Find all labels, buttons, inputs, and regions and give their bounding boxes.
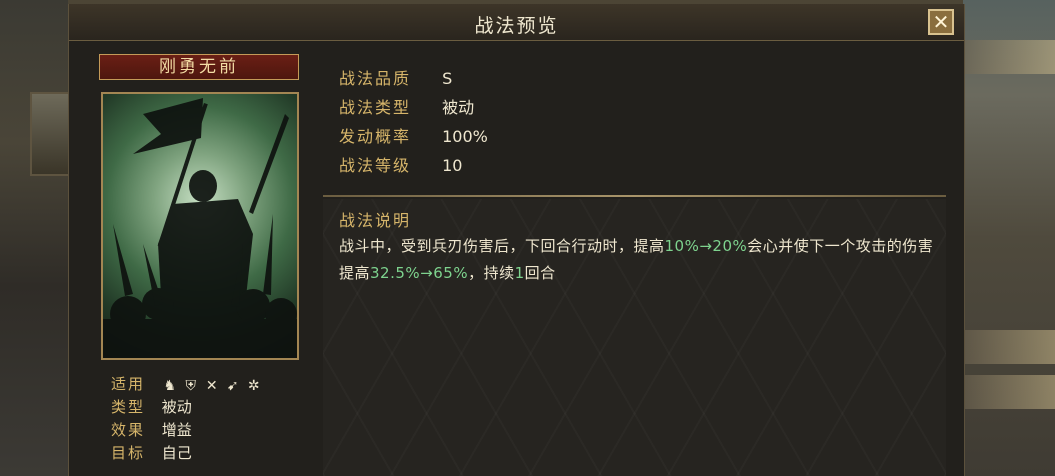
bow-icon: ✕ bbox=[205, 377, 218, 394]
desc-highlight: 1 bbox=[514, 264, 525, 282]
section-divider bbox=[323, 195, 946, 197]
background-strip bbox=[963, 375, 1055, 409]
background-strip bbox=[963, 40, 1055, 74]
background-left bbox=[0, 0, 74, 476]
stat-label: 战法等级 bbox=[339, 156, 412, 175]
stat-value: 10 bbox=[442, 156, 463, 175]
wheel-icon: ✲ bbox=[247, 377, 260, 394]
attr-effect: 效果 增益 bbox=[111, 419, 192, 441]
description-title: 战法说明 bbox=[339, 211, 412, 230]
desc-segment: ，持续 bbox=[468, 264, 515, 282]
stat-type: 战法类型 被动 bbox=[339, 95, 474, 121]
warrior-banner-icon bbox=[103, 98, 297, 358]
attr-label: 效果 bbox=[111, 421, 146, 439]
desc-highlight: 32.5%→65% bbox=[370, 264, 469, 282]
troop-icons: ♞ ⛨ ✕ ➹ ✲ bbox=[162, 374, 267, 396]
stat-label: 发动概率 bbox=[339, 127, 412, 146]
attr-value: 自己 bbox=[161, 444, 192, 462]
attr-troop-types: 适用 ♞ ⛨ ✕ ➹ ✲ bbox=[111, 373, 267, 395]
attr-label: 适用 bbox=[111, 375, 146, 393]
desc-highlight: 10%→20% bbox=[664, 237, 748, 255]
stat-label: 战法类型 bbox=[339, 98, 412, 117]
skill-preview-dialog: 战法预览 ✕ 刚勇无前 适用 ♞ ⛨ ✕ ➹ ✲ 类型 被动 效果 增益 目标 … bbox=[68, 4, 965, 476]
attr-type: 类型 被动 bbox=[111, 396, 192, 418]
stat-level: 战法等级 10 bbox=[339, 153, 462, 179]
dialog-title: 战法预览 bbox=[474, 15, 559, 37]
description-panel: 战法说明 战斗中，受到兵刃伤害后，下回合行动时，提高10%→20%会心并使下一个… bbox=[323, 199, 946, 476]
background-right bbox=[963, 0, 1055, 476]
attr-value: 增益 bbox=[161, 421, 192, 439]
skill-name: 刚勇无前 bbox=[99, 54, 299, 80]
attr-target: 目标 自己 bbox=[111, 442, 192, 464]
desc-segment: 回合 bbox=[524, 264, 556, 282]
attr-label: 目标 bbox=[111, 444, 146, 462]
spear-icon: ➹ bbox=[226, 377, 239, 394]
stat-value: 100% bbox=[442, 127, 488, 146]
background-strip bbox=[963, 330, 1055, 364]
stat-value: S bbox=[442, 69, 453, 88]
close-button[interactable]: ✕ bbox=[928, 9, 954, 35]
stat-trigger-rate: 发动概率 100% bbox=[339, 124, 488, 150]
attr-value: 被动 bbox=[161, 398, 192, 416]
stat-label: 战法品质 bbox=[339, 69, 412, 88]
cavalry-icon: ♞ bbox=[163, 377, 177, 394]
stat-quality: 战法品质 S bbox=[339, 66, 452, 92]
shield-icon: ⛨ bbox=[185, 377, 197, 394]
close-icon: ✕ bbox=[932, 10, 950, 34]
attr-label: 类型 bbox=[111, 398, 146, 416]
description-text: 战斗中，受到兵刃伤害后，下回合行动时，提高10%→20%会心并使下一个攻击的伤害… bbox=[339, 233, 939, 287]
skill-portrait bbox=[101, 92, 299, 360]
desc-segment: 战斗中，受到兵刃伤害后，下回合行动时，提高 bbox=[339, 237, 665, 255]
dialog-titlebar: 战法预览 ✕ bbox=[69, 4, 964, 41]
stat-value: 被动 bbox=[442, 98, 475, 117]
